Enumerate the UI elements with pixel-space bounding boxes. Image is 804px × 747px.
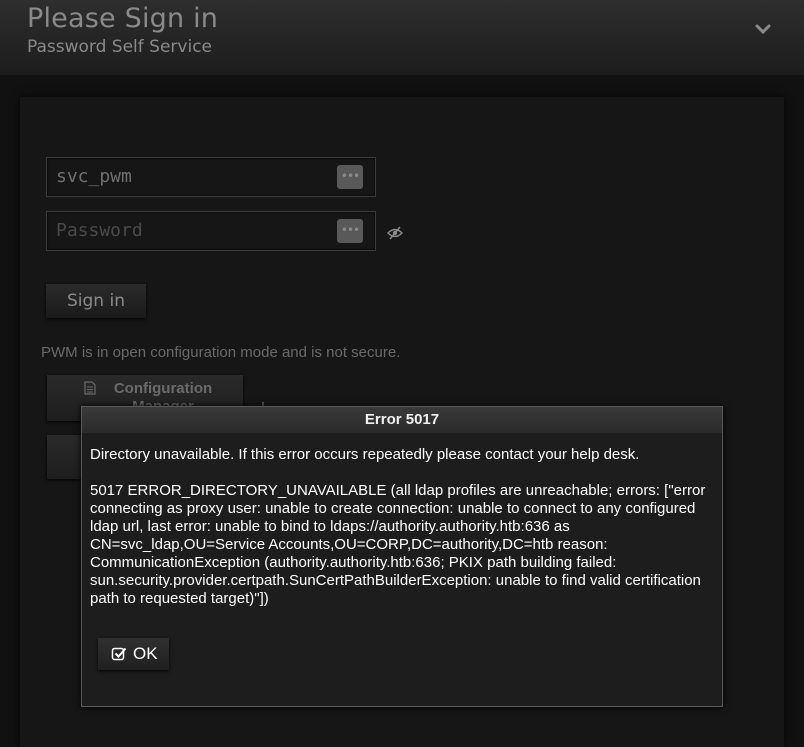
page-header: Please Sign in Password Self Service: [0, 0, 804, 75]
page-subtitle: Password Self Service: [27, 37, 212, 57]
password-field[interactable]: Password •••: [46, 211, 376, 251]
page-title: Please Sign in: [27, 3, 219, 34]
error-detail: 5017 ERROR_DIRECTORY_UNAVAILABLE (all ld…: [90, 482, 706, 607]
chevron-down-icon[interactable]: [752, 18, 774, 40]
error-dialog: Error 5017 Directory unavailable. If thi…: [81, 406, 723, 707]
error-message: Directory unavailable. If this error occ…: [90, 446, 640, 463]
ellipsis-icon[interactable]: •••: [337, 165, 363, 189]
ok-button[interactable]: OK: [98, 638, 169, 670]
username-value: svc_pwm: [56, 166, 132, 187]
password-placeholder: Password: [56, 220, 143, 241]
ok-label: OK: [133, 644, 158, 663]
eye-slash-icon[interactable]: [387, 226, 403, 240]
insecure-mode-warning: PWM is in open configuration mode and is…: [41, 344, 401, 361]
ellipsis-icon[interactable]: •••: [337, 219, 363, 243]
sign-in-button[interactable]: Sign in: [46, 284, 146, 318]
dialog-title: Error 5017: [82, 407, 722, 433]
secondary-config-button[interactable]: [47, 435, 83, 479]
username-field[interactable]: svc_pwm •••: [46, 157, 376, 197]
check-square-icon: [111, 647, 127, 661]
document-icon: [84, 381, 96, 395]
